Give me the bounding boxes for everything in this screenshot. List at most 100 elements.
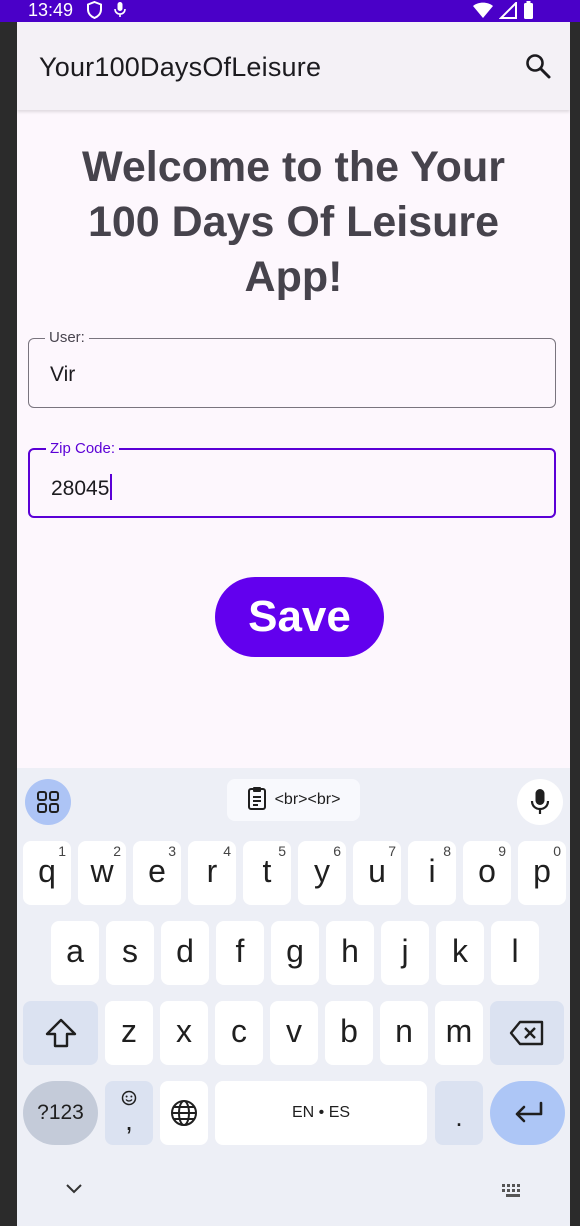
key-v[interactable]: v (270, 1001, 318, 1065)
app-screen: Your100DaysOfLeisure Welcome to the Your… (17, 22, 570, 1226)
key-char: v (286, 1013, 302, 1049)
shift-key[interactable] (23, 1001, 98, 1065)
device-frame-right (570, 22, 580, 1226)
key-a[interactable]: a (51, 921, 99, 985)
emoji-comma-key[interactable]: , (105, 1081, 153, 1145)
key-k[interactable]: k (436, 921, 484, 985)
key-hint: 6 (333, 843, 341, 859)
key-u[interactable]: u7 (353, 841, 401, 905)
globe-icon (170, 1099, 198, 1132)
key-char: f (235, 933, 245, 969)
status-time: 13:49 (28, 0, 74, 20)
zip-code-field-value: 28045 (51, 477, 110, 500)
key-hint: 9 (498, 843, 506, 859)
soft-keyboard: <br><br> q1 w2 e3 r4 t5 y6 u7 i8 o9 p0 a… (17, 768, 570, 1226)
zip-code-field[interactable]: Zip Code: 28045 (28, 440, 556, 518)
enter-arrow-icon (512, 1100, 544, 1131)
key-hint: 4 (223, 843, 231, 859)
key-p[interactable]: p0 (518, 841, 566, 905)
mic-icon (113, 1, 127, 24)
key-h[interactable]: h (326, 921, 374, 985)
key-char: g (286, 933, 304, 969)
app-title: Your100DaysOfLeisure (39, 52, 322, 82)
status-bar: 13:49 (0, 0, 580, 22)
space-key[interactable]: EN • ES (215, 1081, 427, 1145)
period-key[interactable]: . (435, 1081, 483, 1145)
key-e[interactable]: e3 (133, 841, 181, 905)
key-char: j (401, 933, 409, 969)
key-d[interactable]: d (161, 921, 209, 985)
key-char: c (231, 1013, 247, 1049)
shift-icon (45, 1018, 77, 1053)
key-j[interactable]: j (381, 921, 429, 985)
welcome-line: App! (244, 253, 343, 301)
signal-icon (498, 0, 517, 24)
key-hint: 5 (278, 843, 286, 859)
microphone-icon (530, 788, 550, 821)
save-button[interactable]: Save (215, 577, 384, 657)
key-r[interactable]: r4 (188, 841, 236, 905)
key-char: d (176, 933, 194, 969)
user-field-value: Vir (50, 363, 76, 386)
key-m[interactable]: m (435, 1001, 483, 1065)
key-s[interactable]: s (106, 921, 154, 985)
key-x[interactable]: x (160, 1001, 208, 1065)
keyboard-apps-button[interactable] (25, 779, 71, 825)
key-hint: 2 (113, 843, 121, 859)
device-frame-left (0, 22, 17, 1226)
key-hint: 3 (168, 843, 176, 859)
key-f[interactable]: f (216, 921, 264, 985)
key-char: a (66, 933, 84, 969)
voice-input-button[interactable] (517, 779, 563, 825)
backspace-key[interactable] (490, 1001, 564, 1065)
key-n[interactable]: n (380, 1001, 428, 1065)
language-key[interactable] (160, 1081, 208, 1145)
key-char: n (395, 1013, 413, 1049)
enter-key[interactable] (490, 1081, 565, 1145)
hide-keyboard-chevron-down-icon[interactable] (65, 1182, 83, 1200)
keyboard-switch-icon[interactable] (502, 1184, 524, 1203)
zip-code-field-label: Zip Code: (46, 440, 120, 458)
search-icon (524, 54, 552, 84)
key-y[interactable]: y6 (298, 841, 346, 905)
key-o[interactable]: o9 (463, 841, 511, 905)
grid-icon (36, 790, 60, 819)
key-hint: 1 (58, 843, 66, 859)
clipboard-suggestion[interactable]: <br><br> (227, 779, 360, 821)
key-q[interactable]: q1 (23, 841, 71, 905)
key-char: l (511, 933, 519, 969)
key-c[interactable]: c (215, 1001, 263, 1065)
user-field-label: User: (45, 329, 89, 347)
key-z[interactable]: z (105, 1001, 153, 1065)
shield-icon (86, 0, 103, 24)
clipboard-suggestion-text: <br><br> (274, 791, 341, 808)
key-t[interactable]: t5 (243, 841, 291, 905)
key-hint: 8 (443, 843, 451, 859)
welcome-heading: Welcome to the Your 100 Days Of Leisure … (47, 140, 540, 305)
key-char: k (452, 933, 468, 969)
key-w[interactable]: w2 (78, 841, 126, 905)
wifi-icon (473, 2, 493, 24)
key-i[interactable]: i8 (408, 841, 456, 905)
key-char: x (176, 1013, 192, 1049)
comma-label: , (125, 1105, 133, 1136)
key-char: m (445, 1013, 473, 1049)
space-key-label: EN • ES (291, 1104, 351, 1121)
welcome-line: Welcome to the Your (82, 143, 505, 191)
key-l[interactable]: l (491, 921, 539, 985)
symbols-key[interactable]: ?123 (23, 1081, 98, 1145)
symbols-key-label: ?123 (37, 1101, 84, 1124)
clipboard-icon (247, 786, 267, 815)
key-b[interactable]: b (325, 1001, 373, 1065)
backspace-icon (509, 1020, 545, 1051)
key-char: . (455, 1102, 463, 1132)
user-field[interactable]: User: Vir (28, 329, 556, 408)
top-app-bar: Your100DaysOfLeisure (17, 22, 570, 110)
key-hint: 7 (388, 843, 396, 859)
search-button[interactable] (524, 52, 552, 80)
key-hint: 0 (553, 843, 561, 859)
battery-icon (523, 1, 534, 24)
key-g[interactable]: g (271, 921, 319, 985)
text-cursor (110, 474, 113, 500)
key-char: s (122, 933, 138, 969)
